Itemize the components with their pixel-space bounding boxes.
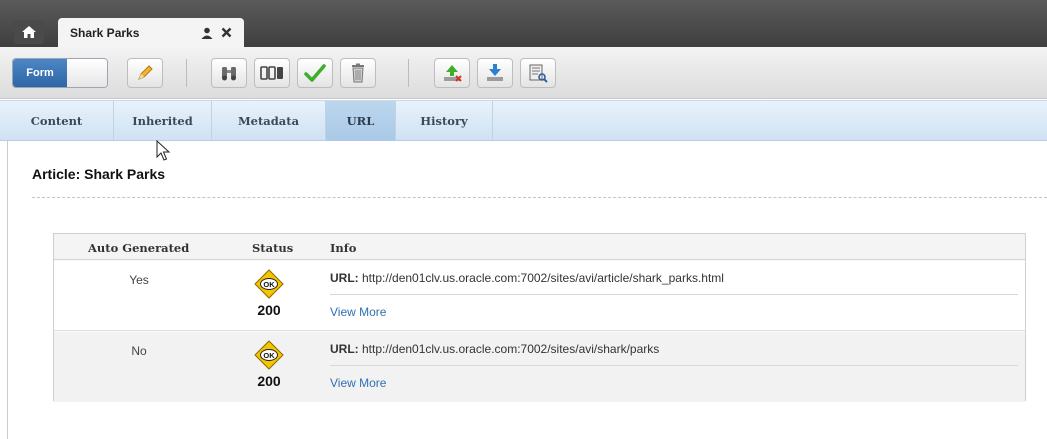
url-table: Auto Generated Status Info Yes OK 200 UR… xyxy=(53,233,1026,402)
ok-badge-icon: OK xyxy=(254,340,284,370)
auto-generated-value: Yes xyxy=(129,273,149,287)
home-button[interactable] xyxy=(14,20,44,44)
url-label: URL: xyxy=(330,342,359,356)
approve-button[interactable] xyxy=(297,58,333,88)
form-toggle[interactable]: Form xyxy=(12,58,108,88)
left-border xyxy=(7,141,8,439)
home-icon xyxy=(22,26,36,38)
toolbar-separator xyxy=(186,59,187,87)
view-more-link[interactable]: View More xyxy=(330,305,386,319)
url-label: URL: xyxy=(330,271,359,285)
top-bar: Shark Parks xyxy=(0,0,1047,47)
preview-button[interactable] xyxy=(254,58,290,88)
view-more-link[interactable]: View More xyxy=(330,376,386,390)
status-ok-badge: OK xyxy=(249,269,289,302)
ok-badge-icon: OK xyxy=(254,269,284,299)
auto-generated-value: No xyxy=(131,344,147,358)
column-header-status: Status xyxy=(252,241,294,255)
ok-badge-text: OK xyxy=(263,351,275,360)
find-button[interactable] xyxy=(211,58,247,88)
ok-badge-text: OK xyxy=(263,280,275,289)
table-row: Yes OK 200 URL: http://den01clv.us.oracl… xyxy=(54,261,1025,331)
url-text: URL: http://den01clv.us.oracle.com:7002/… xyxy=(330,342,659,356)
trash-icon xyxy=(352,63,364,83)
toolbar-separator xyxy=(408,59,409,87)
url-text: URL: http://den01clv.us.oracle.com:7002/… xyxy=(330,271,724,285)
checkmark-icon xyxy=(304,64,326,82)
divider xyxy=(32,197,1047,198)
table-header: Auto Generated Status Info xyxy=(54,234,1025,260)
tab-content[interactable]: Content xyxy=(0,101,114,141)
binoculars-icon xyxy=(222,67,236,81)
tab-label: Shark Parks xyxy=(70,25,140,40)
tab-history[interactable]: History xyxy=(396,101,493,141)
url-value: http://den01clv.us.oracle.com:7002/sites… xyxy=(358,271,724,285)
tab-url[interactable]: URL xyxy=(326,101,396,141)
mouse-cursor-icon xyxy=(156,140,171,161)
status-ok-badge: OK xyxy=(249,340,289,373)
delete-button[interactable] xyxy=(340,58,376,88)
table-row: No OK 200 URL: http://den01clv.us.oracle… xyxy=(54,332,1025,402)
layout-icon xyxy=(260,66,283,80)
download-icon xyxy=(487,64,503,81)
download-button[interactable] xyxy=(477,58,513,88)
inspect-button[interactable] xyxy=(520,58,556,88)
tab-metadata[interactable]: Metadata xyxy=(212,101,326,141)
document-search-icon xyxy=(529,64,548,83)
publish-button[interactable] xyxy=(434,58,470,88)
row-divider xyxy=(330,365,1018,366)
upload-icon xyxy=(444,65,462,82)
row-divider xyxy=(330,294,1018,295)
status-code: 200 xyxy=(257,373,281,389)
tab-inherited[interactable]: Inherited xyxy=(114,101,212,141)
tab-shark-parks[interactable]: Shark Parks xyxy=(58,18,244,47)
edit-button[interactable] xyxy=(127,58,163,88)
pencil-icon xyxy=(138,65,153,80)
page-title: Article: Shark Parks xyxy=(32,166,166,182)
form-toggle-knob xyxy=(67,59,107,87)
form-toggle-label: Form xyxy=(13,59,67,87)
column-header-auto-generated: Auto Generated xyxy=(88,241,190,255)
column-header-info: Info xyxy=(330,241,357,255)
user-icon[interactable] xyxy=(201,27,213,39)
subtab-bar: Content Inherited Metadata URL History xyxy=(0,100,1047,141)
toolbar: Form xyxy=(0,47,1047,99)
close-icon[interactable] xyxy=(221,27,232,38)
url-value: http://den01clv.us.oracle.com:7002/sites… xyxy=(358,342,660,356)
status-code: 200 xyxy=(257,302,281,318)
